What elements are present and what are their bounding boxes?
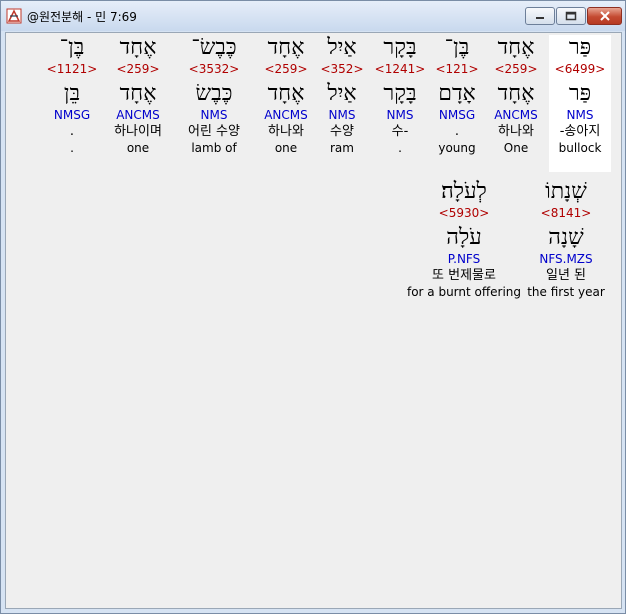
english-gloss: bullock <box>558 141 602 155</box>
title-bar[interactable]: @원전분해 - 민 7:69 <box>1 1 625 31</box>
lemma-word: אֶחָד <box>119 81 157 106</box>
app-window: @원전분해 - 민 7:69 פַּר <6499> פַּר NMS -송아지… <box>0 0 626 614</box>
original-word: אֶחָד <box>497 35 535 60</box>
english-gloss: the first year <box>527 285 605 299</box>
english-gloss: One <box>503 141 529 155</box>
app-icon <box>6 8 22 24</box>
korean-gloss: 일년 된 <box>545 268 586 283</box>
english-gloss: . <box>70 141 74 155</box>
lemma-word: בֵּן <box>63 81 81 106</box>
lemma-word: עֹלָה <box>446 225 482 250</box>
strong-number[interactable]: <121> <box>430 61 484 77</box>
korean-gloss: 하나와 <box>268 124 304 139</box>
close-icon <box>599 11 610 21</box>
korean-gloss: . <box>69 124 75 139</box>
original-word: בֶּן־ <box>59 35 85 60</box>
parsing-code: ANCMS <box>494 108 538 122</box>
parsing-code: ANCMS <box>264 108 308 122</box>
strong-number[interactable]: <8141> <box>520 205 612 221</box>
korean-gloss: . <box>454 124 460 139</box>
parsing-code: NMS <box>566 108 594 122</box>
parsing-code: NMS <box>200 108 228 122</box>
maximize-icon <box>565 11 577 21</box>
english-gloss: ram <box>330 141 354 155</box>
original-word: אֶחָד <box>119 35 157 60</box>
english-gloss: one <box>274 141 298 155</box>
word-column[interactable]: פַּר <6499> פַּר NMS -송아지 bullock <box>549 35 611 172</box>
english-gloss: lamb of <box>191 141 237 155</box>
parsing-code: NMSG <box>53 108 91 122</box>
original-word: לְעֹלָה׃ <box>441 179 487 204</box>
parsing-code: NMS <box>328 108 356 122</box>
strong-number[interactable]: <259> <box>256 61 316 77</box>
close-button[interactable] <box>587 7 622 25</box>
lemma-word: אֶחָד <box>497 81 535 106</box>
strong-number[interactable]: <1241> <box>373 61 427 77</box>
word-column[interactable]: בֶּן־ <121> אָדָם NMSG . young <box>430 35 484 156</box>
korean-gloss: -송아지 <box>559 124 601 139</box>
parsing-code: NFS.MZS <box>539 252 593 266</box>
strong-number[interactable]: <6499> <box>549 61 611 77</box>
lemma-word: שָׁנָה <box>548 225 584 250</box>
word-column[interactable]: אֶחָד <259> אֶחָד ANCMS 하나이며 one <box>106 35 170 156</box>
english-gloss: one <box>126 141 150 155</box>
word-column[interactable]: בֶּן־ <1121> בֵּן NMSG . . <box>44 35 100 156</box>
word-column[interactable]: בָּקָר <1241> בָּקָר NMS 수- . <box>373 35 427 156</box>
word-column[interactable]: לְעֹלָה׃ <5930> עֹלָה P.NFS 또 번제물로 for a… <box>406 179 522 300</box>
original-word: פַּר <box>568 35 592 60</box>
strong-number[interactable]: <352> <box>319 61 365 77</box>
lemma-word: אֶחָד <box>267 81 305 106</box>
parsing-code: NMSG <box>438 108 476 122</box>
strong-number[interactable]: <259> <box>106 61 170 77</box>
english-gloss: for a burnt offering <box>406 285 522 299</box>
parsing-code: NMS <box>386 108 414 122</box>
lemma-word: אַיִל <box>327 81 357 106</box>
strong-number[interactable]: <5930> <box>406 205 522 221</box>
korean-gloss: 하나와 <box>498 124 534 139</box>
strong-number[interactable]: <1121> <box>44 61 100 77</box>
original-word: שְׁנָתוֹ <box>545 179 587 204</box>
original-word: בָּקָר <box>383 35 417 60</box>
original-word: אַיִל <box>327 35 357 60</box>
lemma-word: פַּר <box>568 81 592 106</box>
word-column[interactable]: אֶחָד <259> אֶחָד ANCMS 하나와 One <box>486 35 546 156</box>
korean-gloss: 또 번제물로 <box>432 268 496 283</box>
original-word: אֶחָד <box>267 35 305 60</box>
korean-gloss: 어린 수양 <box>188 124 240 139</box>
english-gloss: young <box>438 141 476 155</box>
word-column[interactable]: שְׁנָתוֹ <8141> שָׁנָה NFS.MZS 일년 된 the … <box>520 179 612 300</box>
strong-number[interactable]: <3532> <box>178 61 250 77</box>
minimize-button[interactable] <box>525 7 555 25</box>
original-word: בֶּן־ <box>444 35 470 60</box>
strong-number[interactable]: <259> <box>486 61 546 77</box>
korean-gloss: 수양 <box>330 124 354 139</box>
parsing-code: ANCMS <box>116 108 160 122</box>
lemma-word: בָּקָר <box>383 81 417 106</box>
original-word: כֶּבֶשׂ־ <box>191 35 237 60</box>
analysis-pane: פַּר <6499> פַּר NMS -송아지 bullock אֶחָד … <box>5 32 622 609</box>
lemma-word: כֶּבֶשׂ <box>195 81 233 106</box>
lemma-word: אָדָם <box>438 81 476 106</box>
korean-gloss: 수- <box>391 124 409 139</box>
word-column[interactable]: אַיִל <352> אַיִל NMS 수양 ram <box>319 35 365 156</box>
window-title: @원전분해 - 민 7:69 <box>27 10 137 24</box>
english-gloss: . <box>398 141 402 155</box>
minimize-icon <box>536 17 544 19</box>
word-column[interactable]: אֶחָד <259> אֶחָד ANCMS 하나와 one <box>256 35 316 156</box>
korean-gloss: 하나이며 <box>114 124 162 139</box>
maximize-button[interactable] <box>556 7 586 25</box>
parsing-code: P.NFS <box>447 252 481 266</box>
word-column[interactable]: כֶּבֶשׂ־ <3532> כֶּבֶשׂ NMS 어린 수양 lamb o… <box>178 35 250 156</box>
